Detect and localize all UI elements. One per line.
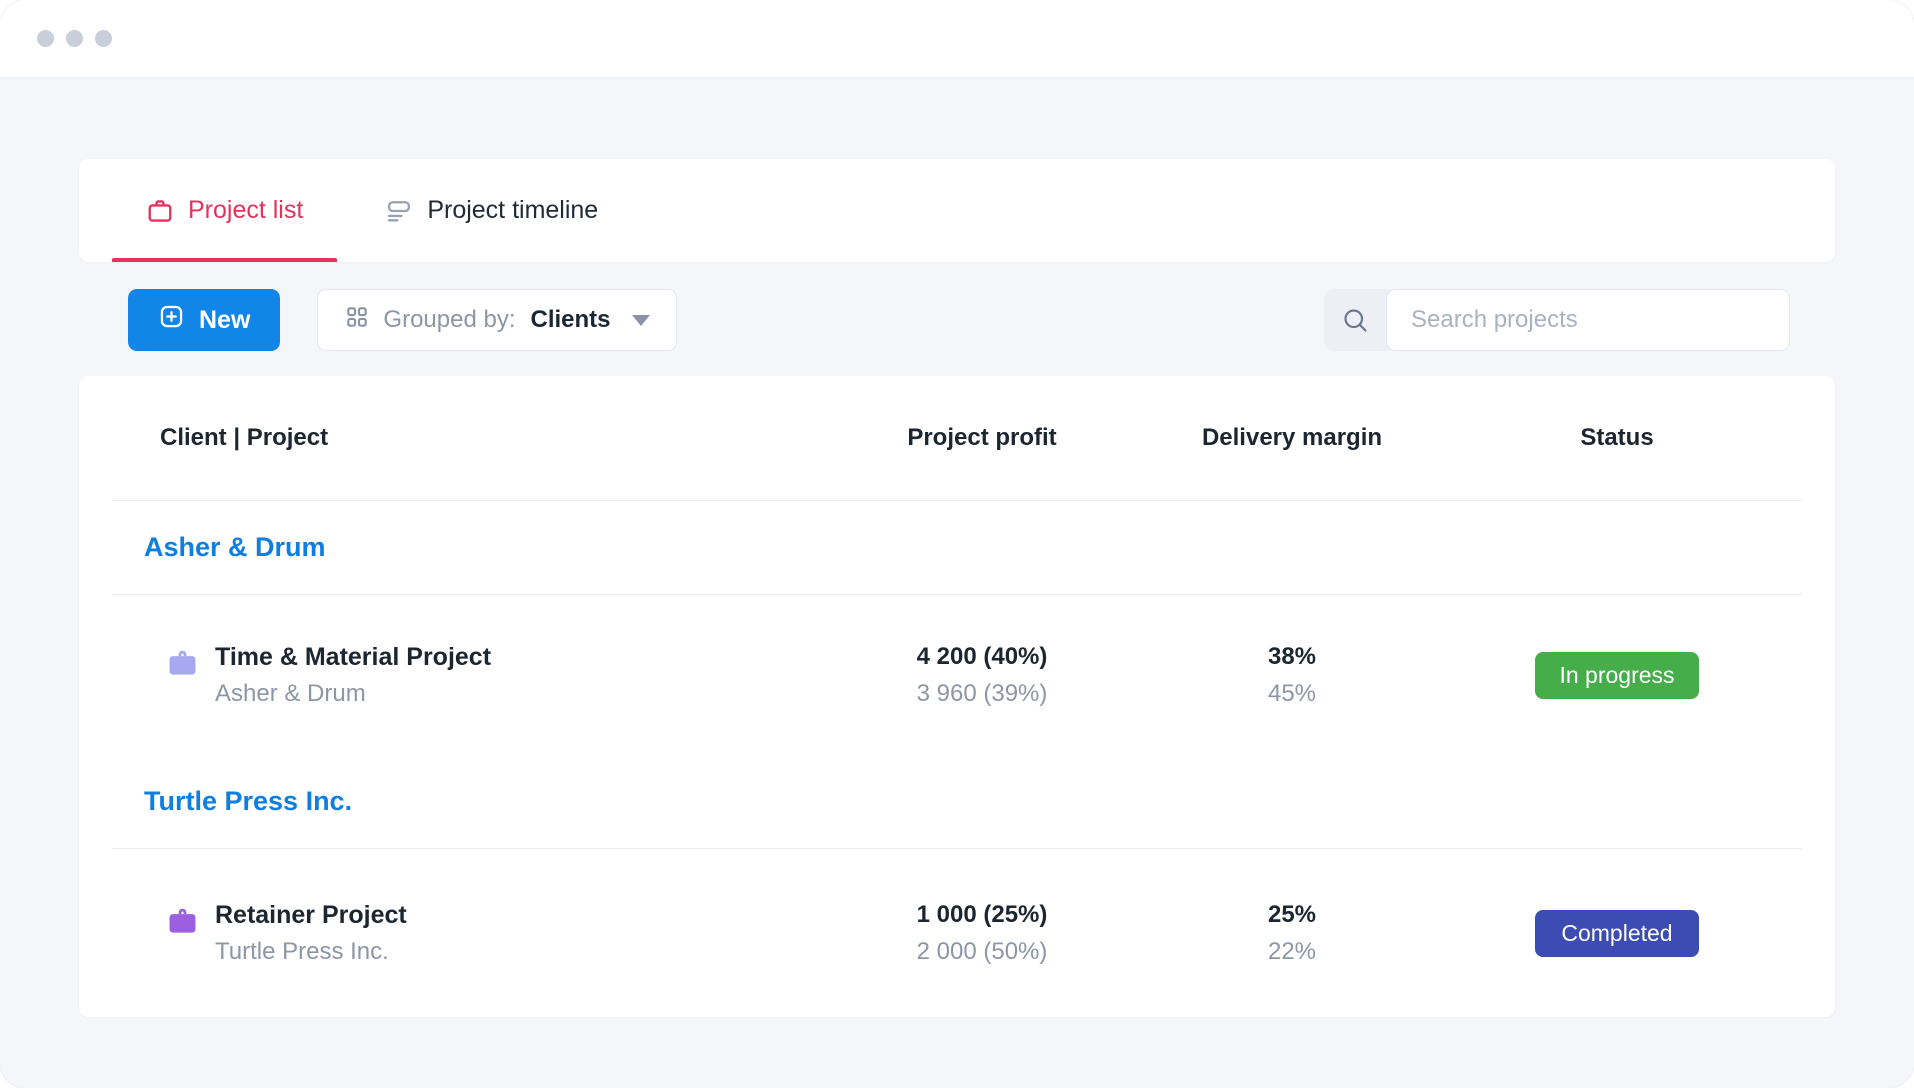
- project-profit-cell: 4 200 (40%) 3 960 (39%): [812, 643, 1152, 708]
- project-name-cell: Retainer Project Turtle Press Inc.: [112, 900, 812, 966]
- tab-project-timeline[interactable]: Project timeline: [351, 159, 632, 262]
- briefcase-icon: [146, 197, 174, 225]
- tab-project-timeline-label: Project timeline: [427, 196, 598, 225]
- tab-project-list-label: Project list: [188, 196, 303, 225]
- group-by-label: Grouped by:: [383, 306, 515, 334]
- status-cell: Completed: [1432, 910, 1802, 957]
- profit-secondary: 3 960 (39%): [812, 680, 1152, 708]
- window-titlebar: [0, 0, 1914, 78]
- group-by-dropdown[interactable]: Grouped by: Clients: [317, 289, 676, 351]
- window-dot-icon[interactable]: [66, 30, 83, 47]
- column-header-project-profit: Project profit: [812, 424, 1152, 452]
- project-name-cell: Time & Material Project Asher & Drum: [112, 642, 812, 708]
- project-table: Client | Project Project profit Delivery…: [79, 376, 1835, 1017]
- app-window: Project list Project timeline: [0, 0, 1914, 1088]
- client-group-link[interactable]: Turtle Press Inc.: [112, 786, 1802, 817]
- margin-secondary: 45%: [1152, 680, 1432, 708]
- client-group-row: Asher & Drum: [112, 501, 1802, 595]
- group-by-value: Clients: [531, 306, 611, 334]
- search-input[interactable]: [1386, 289, 1790, 351]
- timeline-icon: [385, 197, 413, 225]
- margin-primary: 25%: [1152, 901, 1432, 929]
- client-group-row: Turtle Press Inc.: [112, 755, 1802, 849]
- plus-square-icon: [158, 303, 185, 337]
- column-header-delivery-margin: Delivery margin: [1152, 424, 1432, 452]
- briefcase-icon: [166, 642, 199, 683]
- table-row[interactable]: Retainer Project Turtle Press Inc. 1 000…: [112, 849, 1802, 1017]
- tabs-bar: Project list Project timeline: [79, 159, 1835, 262]
- status-badge[interactable]: Completed: [1535, 910, 1699, 957]
- chevron-down-icon: [632, 315, 650, 326]
- project-client: Turtle Press Inc.: [215, 938, 407, 966]
- project-name: Retainer Project: [215, 900, 407, 930]
- project-name-block: Retainer Project Turtle Press Inc.: [215, 900, 407, 966]
- project-name-block: Time & Material Project Asher & Drum: [215, 642, 491, 708]
- window-dot-icon[interactable]: [37, 30, 54, 47]
- tab-project-list[interactable]: Project list: [112, 159, 337, 262]
- client-group-link[interactable]: Asher & Drum: [112, 532, 1802, 563]
- status-cell: In progress: [1432, 652, 1802, 699]
- profit-primary: 1 000 (25%): [812, 901, 1152, 929]
- new-project-button-label: New: [199, 306, 250, 335]
- briefcase-icon: [166, 900, 199, 941]
- project-profit-cell: 1 000 (25%) 2 000 (50%): [812, 901, 1152, 966]
- new-project-button[interactable]: New: [128, 289, 280, 351]
- active-tab-underline: [112, 258, 337, 262]
- project-client: Asher & Drum: [215, 680, 491, 708]
- toolbar: New Grouped by: Clients: [79, 289, 1835, 351]
- delivery-margin-cell: 25% 22%: [1152, 901, 1432, 966]
- delivery-margin-cell: 38% 45%: [1152, 643, 1432, 708]
- profit-secondary: 2 000 (50%): [812, 938, 1152, 966]
- table-row[interactable]: Time & Material Project Asher & Drum 4 2…: [112, 595, 1802, 755]
- table-header-row: Client | Project Project profit Delivery…: [112, 376, 1802, 501]
- column-header-client-project: Client | Project: [112, 424, 812, 452]
- column-header-status: Status: [1432, 424, 1802, 452]
- window-dot-icon[interactable]: [95, 30, 112, 47]
- margin-primary: 38%: [1152, 643, 1432, 671]
- status-badge[interactable]: In progress: [1535, 652, 1699, 699]
- margin-secondary: 22%: [1152, 938, 1432, 966]
- profit-primary: 4 200 (40%): [812, 643, 1152, 671]
- search-box: [1324, 289, 1790, 351]
- grid-icon: [344, 304, 370, 337]
- project-name: Time & Material Project: [215, 642, 491, 672]
- window-controls: [37, 30, 112, 47]
- page-content: Project list Project timeline: [0, 159, 1914, 1017]
- search-icon: [1324, 289, 1386, 351]
